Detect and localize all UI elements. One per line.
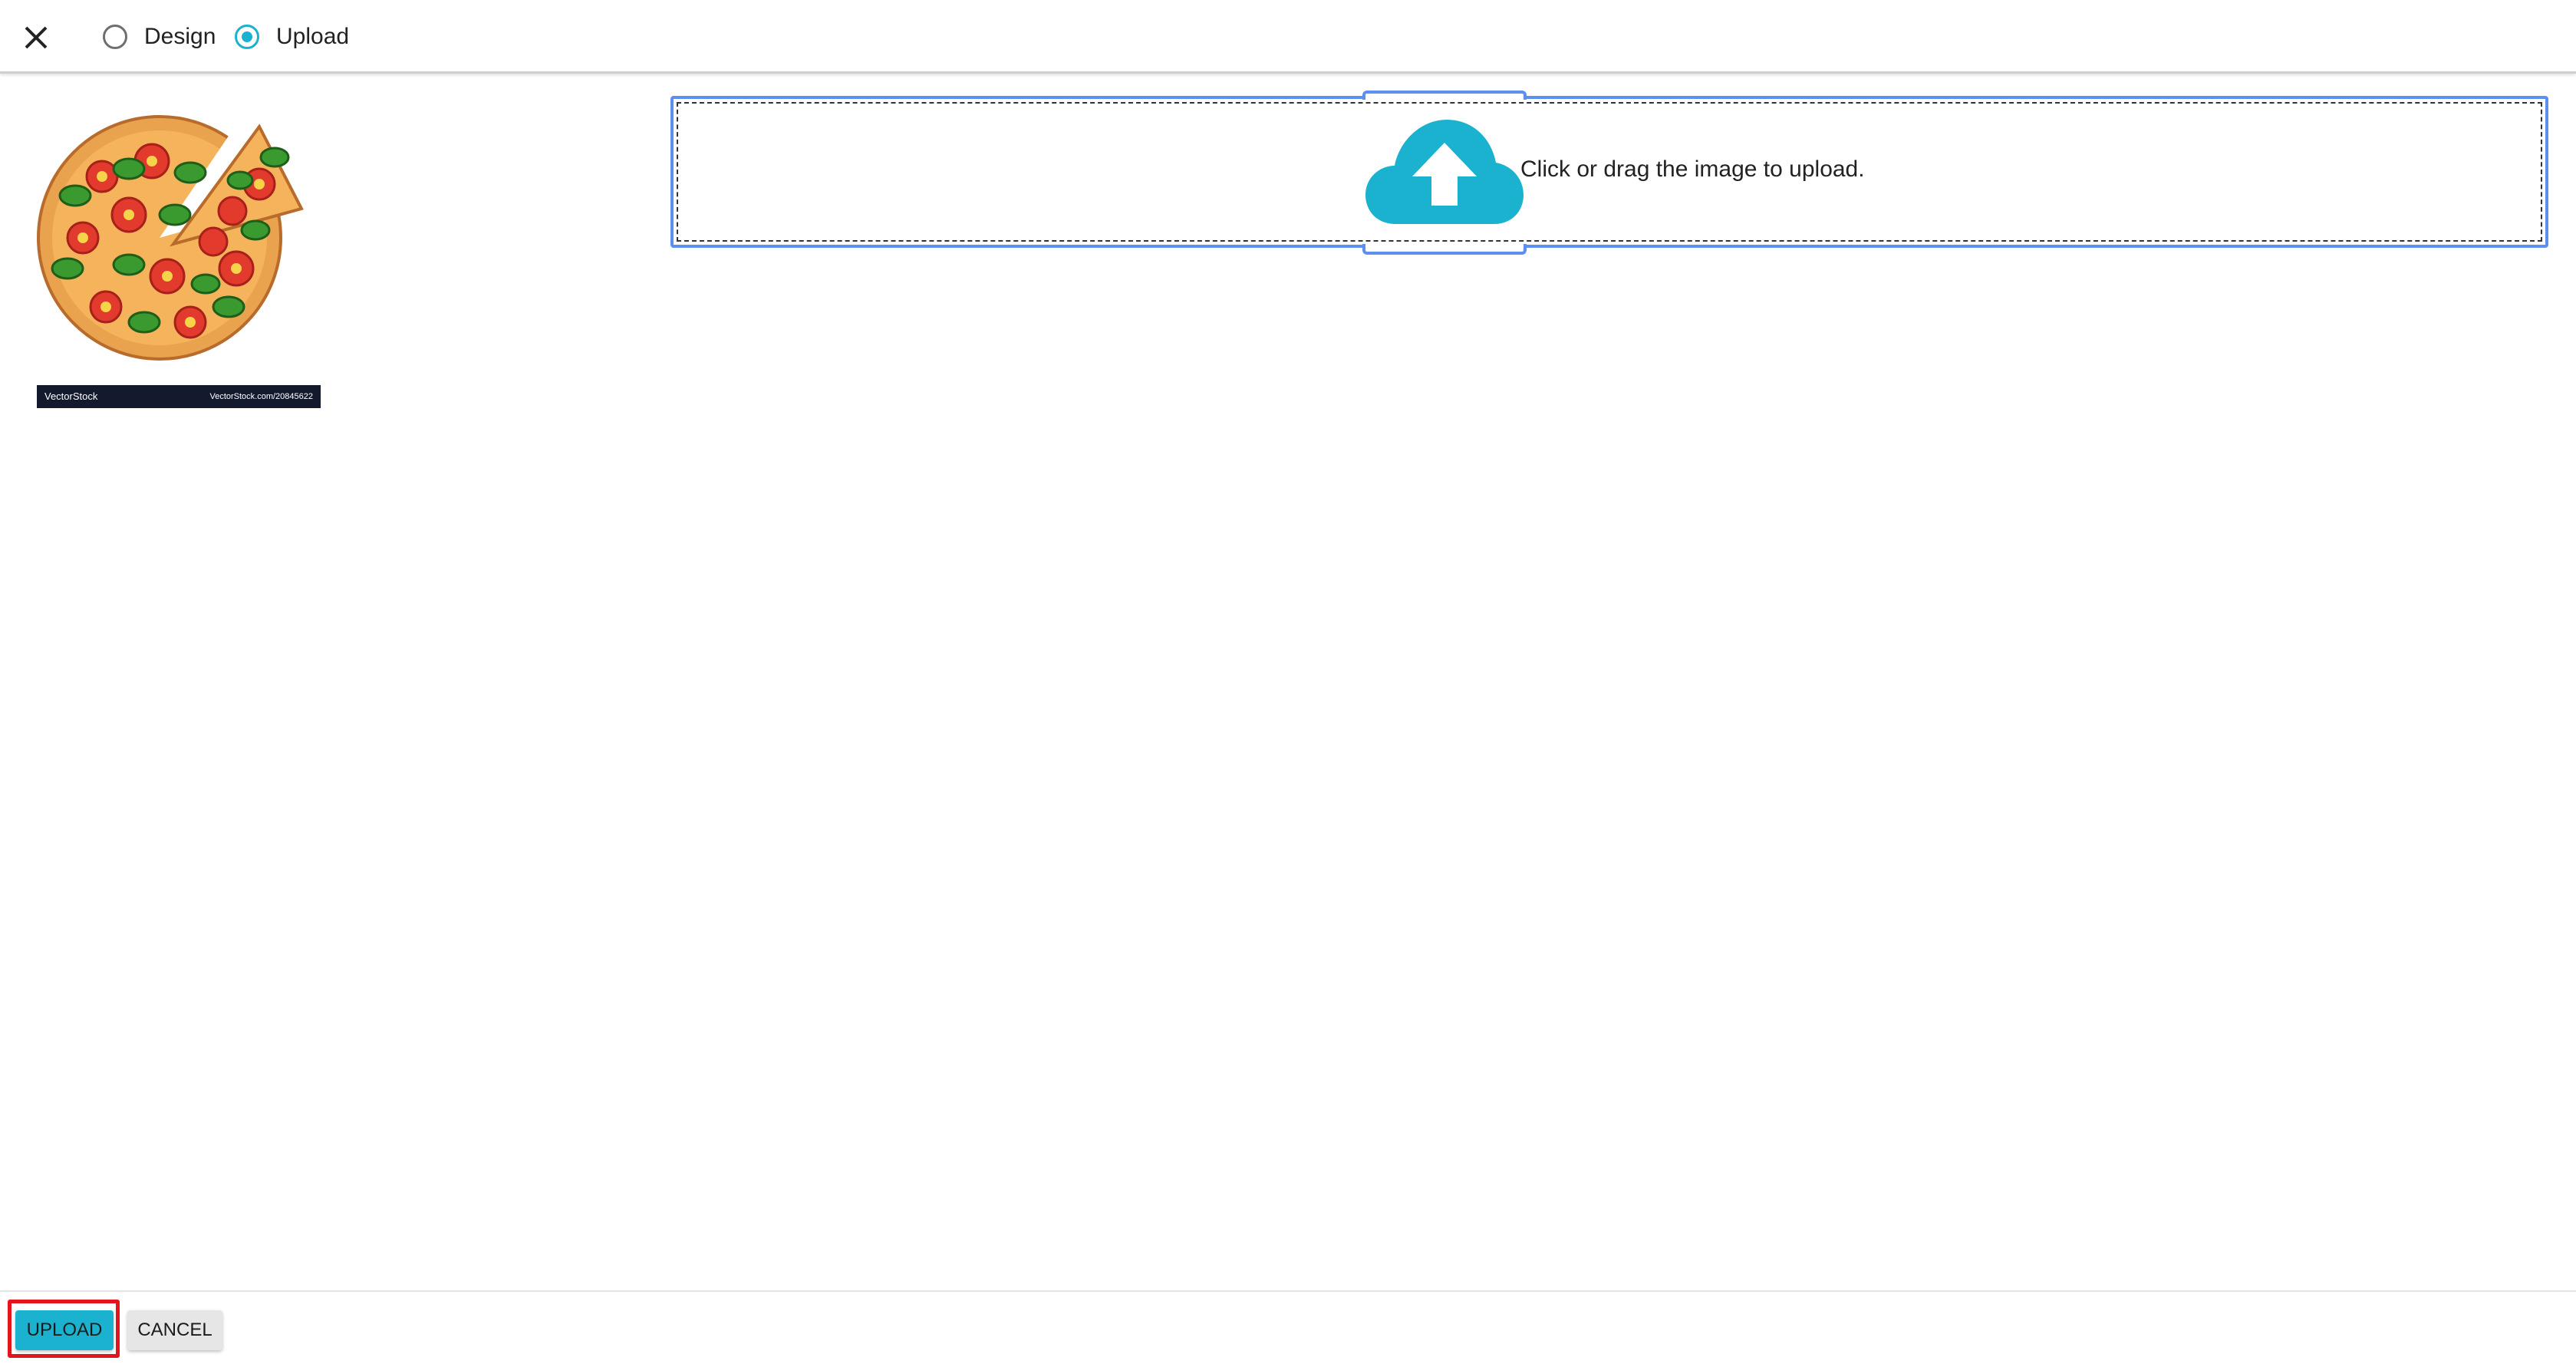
close-icon [25, 26, 48, 49]
upload-button[interactable]: UPLOAD [15, 1310, 114, 1350]
dropzone-focus-tab-top [1362, 91, 1527, 100]
top-bar: Design Upload [0, 0, 2576, 74]
uploaded-image-thumbnail[interactable] [37, 115, 321, 408]
radio-upload-circle[interactable] [235, 25, 259, 49]
dropzone-focus-tab-bottom [1362, 244, 1527, 255]
radio-design-label: Design [144, 24, 216, 49]
radio-design[interactable]: Design [103, 18, 216, 55]
cancel-button[interactable]: CANCEL [127, 1310, 222, 1350]
upload-dialog: Design Upload VectorStock VectorStock.co… [0, 0, 2576, 1364]
cloud-upload-icon[interactable] [1365, 120, 1524, 227]
watermark-brand: VectorStock [44, 390, 98, 402]
bottom-bar [0, 1290, 2576, 1364]
radio-design-circle[interactable] [103, 25, 127, 49]
pizza-image [37, 115, 304, 361]
close-button[interactable] [17, 18, 55, 57]
radio-upload[interactable]: Upload [235, 18, 349, 55]
radio-upload-label: Upload [276, 24, 350, 49]
watermark-id: VectorStock.com/20845622 [209, 392, 313, 401]
thumbnail-watermark-banner: VectorStock VectorStock.com/20845622 [37, 385, 321, 408]
dropzone-instructions: Click or drag the image to upload. [1520, 156, 1865, 182]
